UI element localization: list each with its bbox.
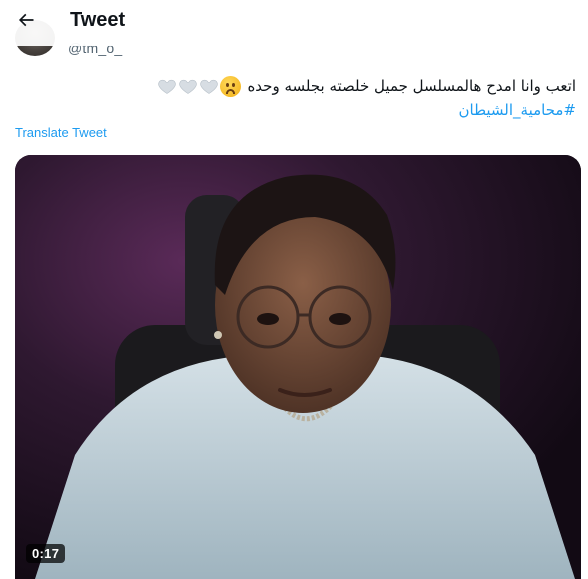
white-heart-icon	[157, 76, 177, 96]
back-button[interactable]	[8, 4, 44, 40]
white-heart-icon	[178, 76, 198, 96]
page-title: Tweet	[70, 9, 126, 31]
video-frame	[15, 155, 581, 579]
hashtag-line: #محامية_الشيطان	[16, 98, 577, 122]
video-player[interactable]	[15, 155, 581, 579]
frowning-face-icon	[220, 75, 242, 97]
tweet-body: اتعب وانا امدح هالمسلسل جميل خلصته بجلسه…	[247, 77, 576, 95]
white-heart-icon	[199, 76, 219, 96]
video-duration: 0:17	[26, 544, 66, 563]
page-header: Tweet	[0, 0, 588, 46]
hashtag-link[interactable]: #محامية_الشيطان	[459, 98, 577, 122]
tweet-body-line: اتعب وانا امدح هالمسلسل جميل خلصته بجلسه…	[16, 74, 576, 98]
emoji-group	[157, 75, 242, 97]
translate-tweet-link[interactable]: Translate Tweet	[15, 125, 107, 140]
tweet-text: اتعب وانا امدح هالمسلسل جميل خلصته بجلسه…	[16, 74, 576, 122]
arrow-left-icon	[16, 10, 36, 35]
tweet-page: @tm_o_ Tweet اتعب وانا امدح هالمسلسل جمي…	[0, 0, 588, 579]
